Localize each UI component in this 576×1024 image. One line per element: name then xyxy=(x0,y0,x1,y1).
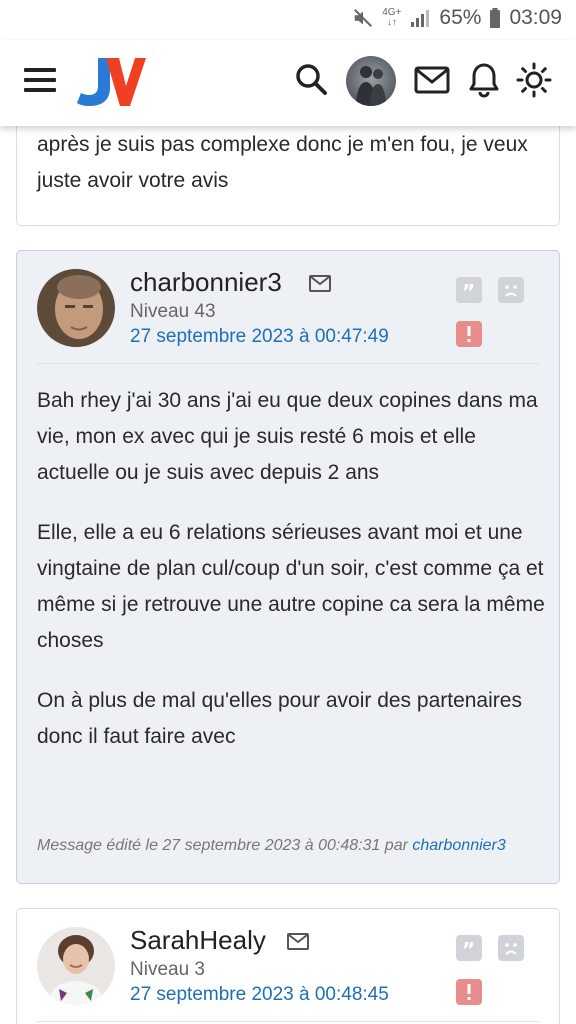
author-avatar[interactable] xyxy=(37,269,115,347)
post-date[interactable]: 27 septembre 2023 à 00:48:45 xyxy=(130,984,389,1006)
mail-icon[interactable] xyxy=(287,933,309,951)
svg-text:”: ” xyxy=(462,280,475,303)
status-bar: 4G+ ↓↑ 65% 03:09 xyxy=(0,0,576,40)
signal-icon xyxy=(411,10,430,27)
edited-text: Message édité le 27 septembre 2023 à 00:… xyxy=(37,837,408,854)
post-paragraph: Elle, elle a eu 6 relations sérieuses av… xyxy=(37,521,545,652)
post-date[interactable]: 27 septembre 2023 à 00:47:49 xyxy=(130,326,389,348)
previous-post: après je suis pas complexe donc je m'en … xyxy=(16,126,560,226)
post-body: Bah rhey j'ai 30 ans j'ai eu que deux co… xyxy=(37,383,545,779)
search-icon[interactable] xyxy=(294,62,328,96)
forum-thread: après je suis pas complexe donc je m'en … xyxy=(0,126,576,1024)
author-level: Niveau 3 xyxy=(130,959,205,980)
app-header xyxy=(0,40,576,126)
post-paragraph: Bah rhey j'ai 30 ans j'ai eu que deux co… xyxy=(37,389,538,484)
sun-icon[interactable] xyxy=(516,62,552,98)
svg-text:”: ” xyxy=(462,938,475,961)
divider xyxy=(37,363,539,364)
post-card: SarahHealy Niveau 3 27 septembre 2023 à … xyxy=(16,908,560,1024)
battery-icon xyxy=(490,8,501,28)
edited-by-link[interactable]: charbonnier3 xyxy=(412,837,505,854)
author-level: Niveau 43 xyxy=(130,301,216,322)
quote-icon[interactable]: ” xyxy=(456,935,482,962)
report-icon[interactable] xyxy=(456,979,482,1005)
network-indicator: 4G+ ↓↑ xyxy=(382,7,402,28)
clock: 03:09 xyxy=(509,6,562,29)
battery-percent: 65% xyxy=(439,6,482,29)
mail-icon[interactable] xyxy=(414,66,450,96)
post-card: charbonnier3 Niveau 43 27 septembre 2023… xyxy=(16,250,560,884)
menu-icon[interactable] xyxy=(24,68,56,94)
post-paragraph: On à plus de mal qu'elles pour avoir des… xyxy=(37,689,522,748)
sad-face-icon[interactable] xyxy=(498,277,524,303)
sad-face-icon[interactable] xyxy=(498,935,524,961)
author-name[interactable]: charbonnier3 xyxy=(130,267,282,298)
bell-icon[interactable] xyxy=(468,62,500,98)
report-icon[interactable] xyxy=(456,321,482,347)
mail-icon[interactable] xyxy=(309,275,331,293)
quote-icon[interactable]: ” xyxy=(456,277,482,304)
divider xyxy=(37,1021,539,1022)
post-text: après je suis pas complexe donc je m'en … xyxy=(37,133,528,192)
jv-logo[interactable] xyxy=(76,54,146,110)
author-name[interactable]: SarahHealy xyxy=(130,925,266,956)
edited-notice: Message édité le 27 septembre 2023 à 00:… xyxy=(37,837,506,855)
avatar[interactable] xyxy=(346,56,396,106)
author-avatar[interactable] xyxy=(37,927,115,1005)
mute-icon xyxy=(354,9,373,27)
